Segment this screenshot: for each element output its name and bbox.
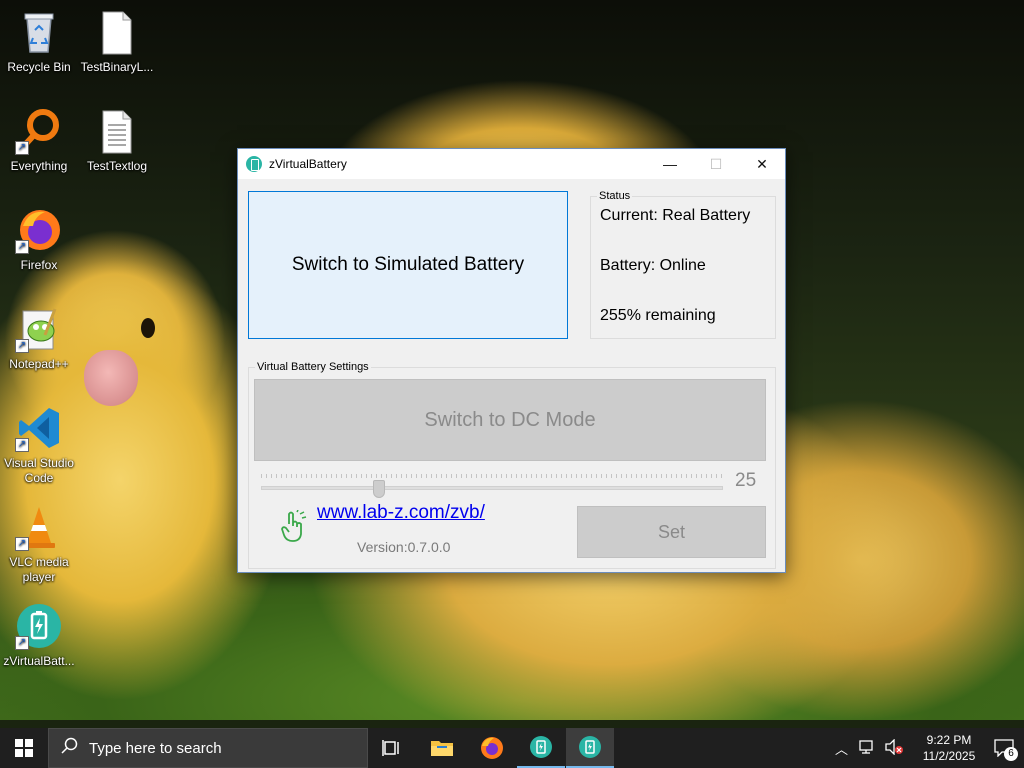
maximize-button[interactable]: ☐ <box>693 149 739 179</box>
network-icon[interactable] <box>858 739 876 758</box>
windows-logo-icon <box>15 739 33 757</box>
close-button[interactable]: ✕ <box>739 149 785 179</box>
desktop-icon-label: Visual Studio Code <box>4 456 74 485</box>
battery-level-slider-thumb[interactable] <box>373 480 385 498</box>
status-current: Current: Real Battery <box>600 207 751 224</box>
taskbar-zvirtualbattery[interactable] <box>517 728 565 768</box>
desktop-icon-notepadpp[interactable]: ↗ Notepad++ <box>0 305 78 372</box>
desktop-icon-everything[interactable]: ↗ Everything <box>0 107 78 174</box>
desktop-icon-label: VLC media player <box>9 555 69 584</box>
desktop-icon-firefox[interactable]: ↗ Firefox <box>0 206 78 273</box>
notepadpp-icon: ↗ <box>15 305 63 353</box>
notification-center-button[interactable]: 6 <box>984 728 1024 768</box>
zvirtualbattery-icon <box>579 736 601 758</box>
duck-beak <box>84 350 138 406</box>
battery-level-slider[interactable] <box>261 486 723 490</box>
window-title: zVirtualBattery <box>269 157 347 171</box>
vscode-icon: ↗ <box>15 404 63 452</box>
taskbar-zvirtualbattery-active[interactable] <box>566 728 614 768</box>
status-remaining: 255% remaining <box>600 307 716 324</box>
status-battery: Battery: Online <box>600 257 706 274</box>
everything-search-icon: ↗ <box>15 107 63 155</box>
desktop-icon-testbinarylog[interactable]: TestBinaryL... <box>78 8 156 75</box>
firefox-icon: ↗ <box>15 206 63 254</box>
switch-to-dc-mode-button[interactable]: Switch to DC Mode <box>254 379 766 461</box>
duck-eye <box>141 318 155 338</box>
zvirtualbattery-icon: ↗ <box>15 602 63 650</box>
taskbar-firefox[interactable] <box>468 728 516 768</box>
notification-count-badge: 6 <box>1004 747 1018 761</box>
desktop-icon-label: zVirtualBatt... <box>3 654 75 668</box>
desktop-icon-label: Notepad++ <box>9 357 69 371</box>
desktop-icon-zvirtualbattery[interactable]: ↗ zVirtualBatt... <box>0 602 78 669</box>
virtual-battery-settings-legend: Virtual Battery Settings <box>255 361 371 373</box>
system-tray: ︿ 9:22 PM 11/2/2025 6 <box>835 728 1024 768</box>
desktop-icon-testtextlog[interactable]: TestTextlog <box>78 107 156 174</box>
desktop-icon-label: TestTextlog <box>86 159 148 173</box>
search-icon <box>61 737 79 759</box>
virtual-battery-settings-group: Virtual Battery Settings Switch to DC Mo… <box>248 361 776 569</box>
desktop-icon-label: TestBinaryL... <box>80 60 154 74</box>
status-legend: Status <box>597 190 633 202</box>
start-button[interactable] <box>0 728 48 768</box>
desktop-icon-label: Recycle Bin <box>7 60 71 74</box>
volume-muted-icon[interactable] <box>884 737 904 758</box>
task-view-icon <box>382 740 399 756</box>
show-hidden-icons-chevron-icon[interactable]: ︿ <box>835 739 848 758</box>
taskbar-search-box[interactable]: Type here to search <box>48 728 368 768</box>
version-label: Version:0.7.0.0 <box>357 539 451 555</box>
desktop-icon-recycle-bin[interactable]: Recycle Bin <box>0 8 78 75</box>
set-button[interactable]: Set <box>577 506 766 558</box>
zvirtualbattery-window: zVirtualBattery — ☐ ✕ Switch to Simulate… <box>237 148 786 573</box>
slider-ticks <box>261 474 723 478</box>
taskbar: Type here to search ︿ 9:22 PM 11/2/2025 … <box>0 728 1024 768</box>
clock-date: 11/2/2025 <box>922 749 976 763</box>
zvirtualbattery-icon <box>246 156 262 172</box>
switch-to-simulated-battery-button[interactable]: Switch to Simulated Battery <box>248 191 568 339</box>
file-explorer-icon <box>431 741 453 756</box>
recycle-bin-icon <box>15 8 63 56</box>
battery-level-value: 25 <box>735 470 757 491</box>
blank-file-icon <box>93 8 141 56</box>
website-link[interactable]: www.lab-z.com/zvb/ <box>317 502 485 524</box>
desktop-icon-label: Firefox <box>20 258 58 272</box>
zvirtualbattery-icon <box>530 736 552 758</box>
status-group: Status Current: Real Battery Battery: On… <box>590 190 776 339</box>
touch-hand-icon <box>279 509 309 544</box>
text-file-icon <box>93 107 141 155</box>
desktop-icon-label: Everything <box>10 159 68 173</box>
search-placeholder: Type here to search <box>89 739 222 757</box>
firefox-icon <box>481 737 503 759</box>
taskbar-file-explorer[interactable] <box>418 728 466 768</box>
task-view-button[interactable] <box>368 728 416 768</box>
vlc-icon: ↗ <box>15 503 63 551</box>
desktop-icon-vscode[interactable]: ↗ Visual Studio Code <box>0 404 78 486</box>
title-bar[interactable]: zVirtualBattery — ☐ ✕ <box>238 149 785 179</box>
minimize-button[interactable]: — <box>647 149 693 179</box>
clock-time: 9:22 PM <box>926 733 972 747</box>
desktop-icon-vlc[interactable]: ↗ VLC media player <box>0 503 78 585</box>
taskbar-clock[interactable]: 9:22 PM 11/2/2025 <box>914 732 984 764</box>
